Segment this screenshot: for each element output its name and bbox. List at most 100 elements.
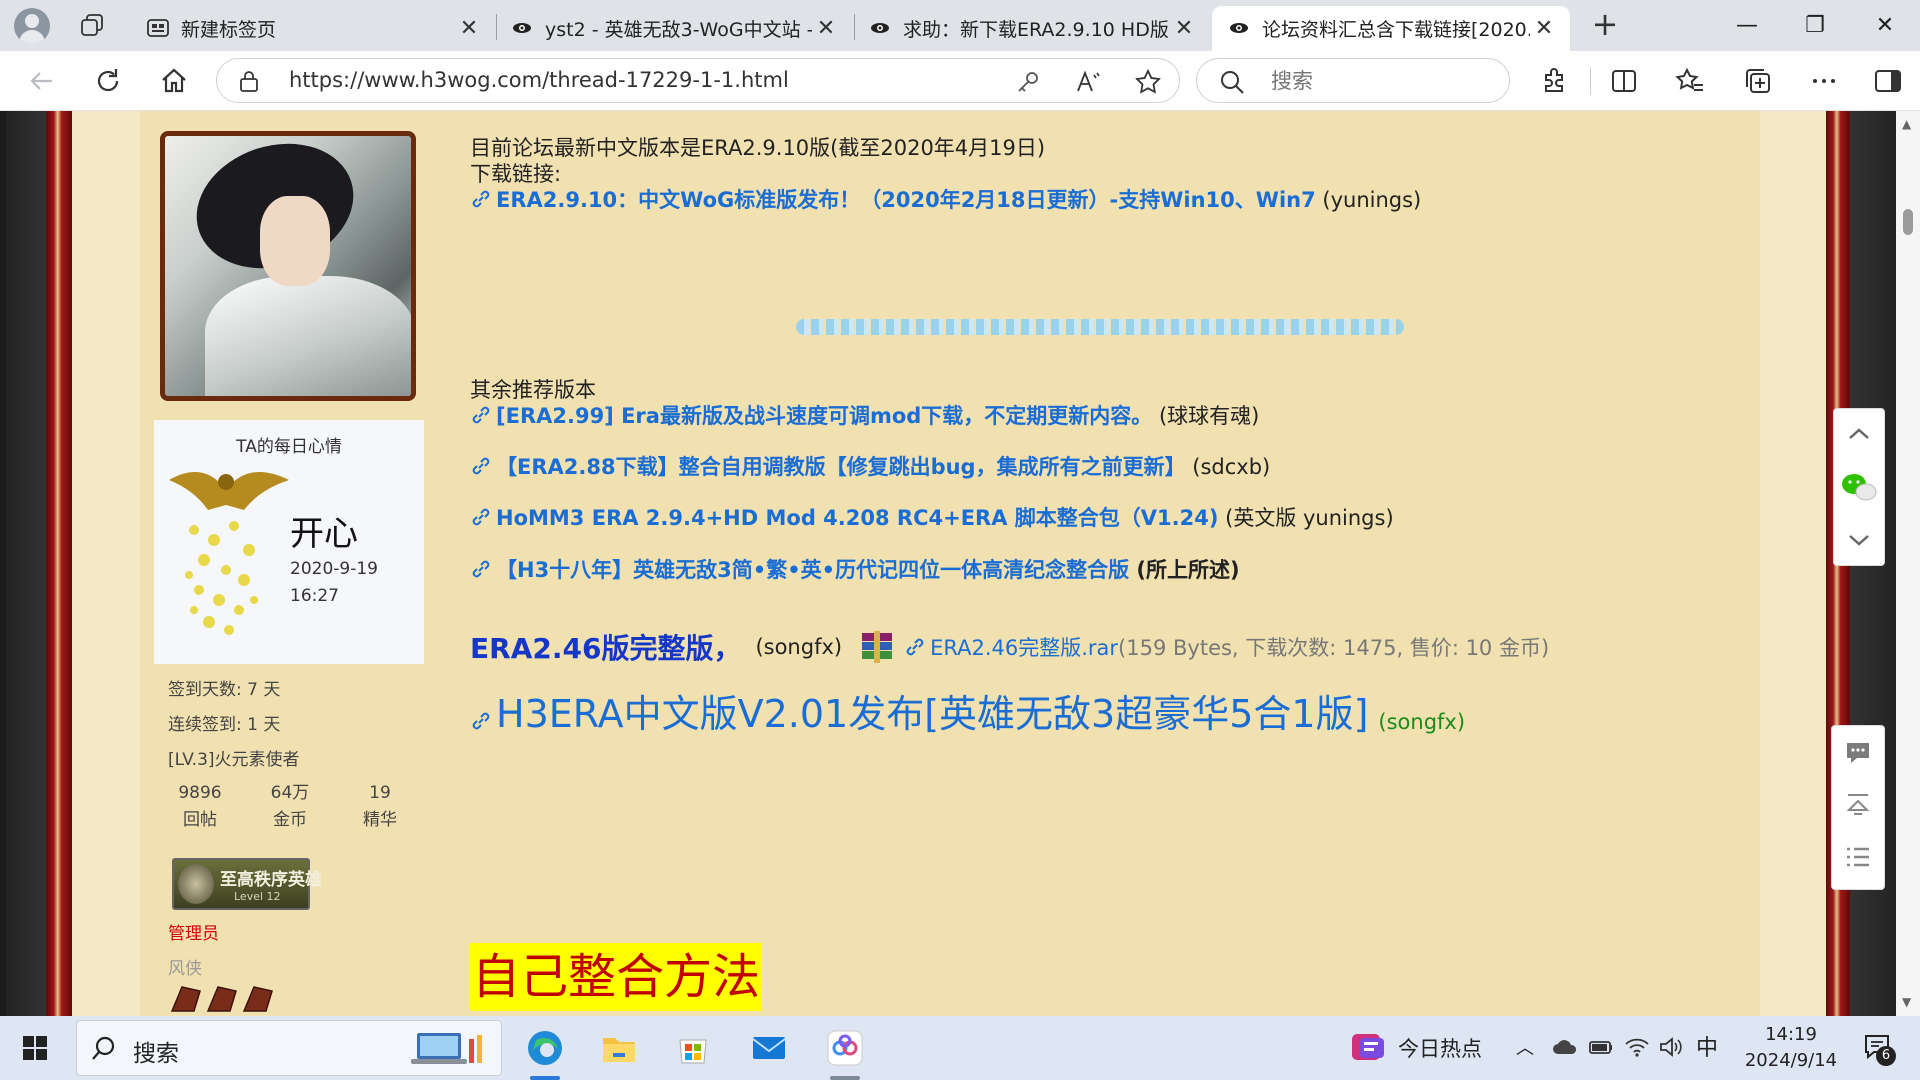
- search-input[interactable]: [1269, 68, 1493, 94]
- collections-icon[interactable]: [1742, 65, 1774, 97]
- taskbar-search[interactable]: 搜索: [76, 1020, 502, 1076]
- microsoft-store-icon[interactable]: [672, 1027, 714, 1069]
- eagle-emblem-icon: [169, 472, 289, 635]
- close-window-button[interactable]: ✕: [1862, 8, 1908, 44]
- tab-new-tab[interactable]: 新建标签页 ✕: [125, 6, 495, 51]
- author-column: TA的每日心情 开心 2020-9-19 16:27 签到天数: 7 天 连续签…: [140, 111, 440, 1016]
- notification-count-badge: 6: [1876, 1046, 1896, 1066]
- close-icon[interactable]: ✕: [812, 16, 840, 41]
- home-icon[interactable]: [158, 65, 190, 97]
- version-link[interactable]: HoMM3 ERA 2.9.4+HD Mod 4.208 RC4+ERA 脚本整…: [496, 506, 1218, 530]
- rank-stars-icon: [170, 986, 273, 1012]
- tab-forum-summary[interactable]: 论坛资料汇总含下载链接[2020.4.1 ✕: [1212, 6, 1570, 51]
- chevron-up-icon[interactable]: [1844, 419, 1874, 449]
- search-icon: [1221, 71, 1244, 94]
- count-label: 回帖: [183, 810, 217, 830]
- address-bar[interactable]: https://www.h3wog.com/thread-17229-1-1.h…: [216, 58, 1180, 103]
- link-author: (yunings): [1315, 188, 1422, 212]
- search-highlight-laptop-icon: [411, 1033, 482, 1064]
- badge-level: Level 12: [234, 890, 281, 903]
- battery-icon[interactable]: [1588, 1036, 1614, 1058]
- daily-mood-box: TA的每日心情 开心 2020-9-19 16:27: [154, 420, 424, 664]
- tab-help-era[interactable]: 求助：新下载ERA2.9.10 HD版不能 ✕: [855, 6, 1210, 51]
- link-icon: [906, 638, 924, 656]
- onedrive-cloud-icon[interactable]: [1552, 1036, 1578, 1058]
- wechat-icon[interactable]: [1840, 471, 1878, 505]
- main-download-link[interactable]: ERA2.9.10：中文WoG标准版发布！（2020年2月18日更新）-支持Wi…: [496, 188, 1316, 212]
- version-link-row: HoMM3 ERA 2.9.4+HD Mod 4.208 RC4+ERA 脚本整…: [470, 502, 1394, 532]
- volume-icon[interactable]: [1658, 1036, 1684, 1058]
- user-role[interactable]: 管理员: [168, 919, 219, 944]
- tray-overflow-chevron-icon[interactable]: ︿: [1516, 1034, 1534, 1060]
- count-label: 精华: [363, 810, 397, 830]
- back-icon[interactable]: [26, 65, 58, 97]
- h3era-link[interactable]: H3ERA中文版V2.01发布[英雄无敌3超豪华5合1版]: [496, 683, 1368, 738]
- minimize-button[interactable]: —: [1724, 8, 1770, 44]
- scroll-up-arrow-icon[interactable]: ▲: [1902, 117, 1911, 131]
- avatar[interactable]: [160, 131, 416, 401]
- version-link[interactable]: [ERA2.99] Era最新版及战斗速度可调mod下载，不定期更新内容。: [496, 404, 1152, 428]
- version-link[interactable]: 【H3十八年】英雄无敌3简•繁•英•历代记四位一体高清纪念整合版: [496, 558, 1129, 582]
- link-author: (所上所述): [1129, 558, 1240, 582]
- edge-browser-icon[interactable]: [524, 1027, 566, 1069]
- search-icon: [92, 1036, 115, 1060]
- read-aloud-icon[interactable]: [1075, 69, 1101, 95]
- baidu-netdisk-icon[interactable]: [824, 1027, 866, 1069]
- scroll-down-arrow-icon[interactable]: ▼: [1902, 995, 1911, 1009]
- news-widget[interactable]: 今日热点: [1350, 1026, 1482, 1070]
- ime-indicator[interactable]: 中: [1696, 1030, 1718, 1062]
- tab-strip: 新建标签页 ✕ yst2 - 英雄无敌3-WoG中文站 - Po ✕ 求助：新下…: [0, 0, 1920, 51]
- count-essence[interactable]: 19 精华: [340, 780, 420, 834]
- floating-tools-panel: [1831, 725, 1885, 890]
- news-hotspot-icon: [1352, 1034, 1384, 1060]
- mood-time-text: 16:27: [290, 586, 339, 606]
- sidebar-toggle-icon[interactable]: [1872, 65, 1904, 97]
- file-explorer-icon[interactable]: [598, 1027, 640, 1069]
- split-screen-icon[interactable]: [1608, 65, 1640, 97]
- decorative-pillar-left: [46, 111, 72, 1016]
- count-replies[interactable]: 9896 回帖: [160, 780, 240, 834]
- winrar-archive-icon: [862, 631, 893, 663]
- mail-icon[interactable]: [748, 1027, 790, 1069]
- favorites-icon[interactable]: [1674, 65, 1706, 97]
- version-link[interactable]: 【ERA2.88下载】整合自用调教版【修复跳出bug，集成所有之前更新】: [496, 455, 1186, 479]
- close-icon[interactable]: ✕: [455, 16, 483, 41]
- windows-start-icon[interactable]: [14, 1027, 56, 1069]
- h3era-author: (songfx): [1378, 710, 1466, 734]
- url-text[interactable]: https://www.h3wog.com/thread-17229-1-1.h…: [289, 68, 789, 92]
- extensions-icon[interactable]: [1538, 65, 1570, 97]
- chevron-down-icon[interactable]: [1844, 525, 1874, 555]
- password-key-icon[interactable]: [1015, 69, 1041, 95]
- mood-date: 2020-9-19 16:27: [290, 556, 410, 610]
- attachment-link[interactable]: ERA2.46完整版.rar: [930, 632, 1118, 662]
- page-scrollbar[interactable]: ▲ ▼: [1896, 111, 1920, 1016]
- heart-divider: [796, 319, 1404, 335]
- post-body: 目前论坛最新中文版本是ERA2.9.10版(截至2020年4月19日) 下载链接…: [470, 111, 1750, 1016]
- profile-icon[interactable]: [14, 8, 50, 44]
- site-favicon-eye-icon: [1230, 23, 1248, 33]
- notification-center[interactable]: 6: [1862, 1032, 1896, 1066]
- count-gold[interactable]: 64万 金币: [250, 780, 330, 834]
- search-box[interactable]: [1196, 58, 1510, 103]
- close-icon[interactable]: ✕: [1530, 16, 1558, 41]
- restore-button[interactable]: ❐: [1792, 8, 1838, 44]
- workspaces-icon[interactable]: [80, 13, 104, 37]
- lock-icon[interactable]: [239, 70, 259, 92]
- scroll-thumb[interactable]: [1903, 209, 1913, 235]
- mood-date-text: 2020-9-19: [290, 559, 378, 579]
- wifi-icon[interactable]: [1624, 1036, 1650, 1058]
- favorite-star-icon[interactable]: [1135, 69, 1161, 95]
- system-clock[interactable]: 14:19 2024/9/14: [1716, 1022, 1866, 1074]
- close-icon[interactable]: ✕: [1170, 16, 1198, 41]
- mood-text: 开心: [290, 514, 358, 554]
- reply-comment-icon[interactable]: [1843, 738, 1873, 768]
- back-to-top-icon[interactable]: [1843, 790, 1873, 820]
- count-value: 9896: [178, 783, 222, 803]
- refresh-icon[interactable]: [92, 65, 124, 97]
- toolbar-divider: [1590, 67, 1591, 95]
- list-icon[interactable]: [1843, 842, 1873, 872]
- more-options-icon[interactable]: [1808, 65, 1840, 97]
- new-tab-button[interactable]: +: [1588, 8, 1622, 42]
- tab-yst2[interactable]: yst2 - 英雄无敌3-WoG中文站 - Po ✕: [497, 6, 852, 51]
- news-text: 今日热点: [1398, 1037, 1482, 1061]
